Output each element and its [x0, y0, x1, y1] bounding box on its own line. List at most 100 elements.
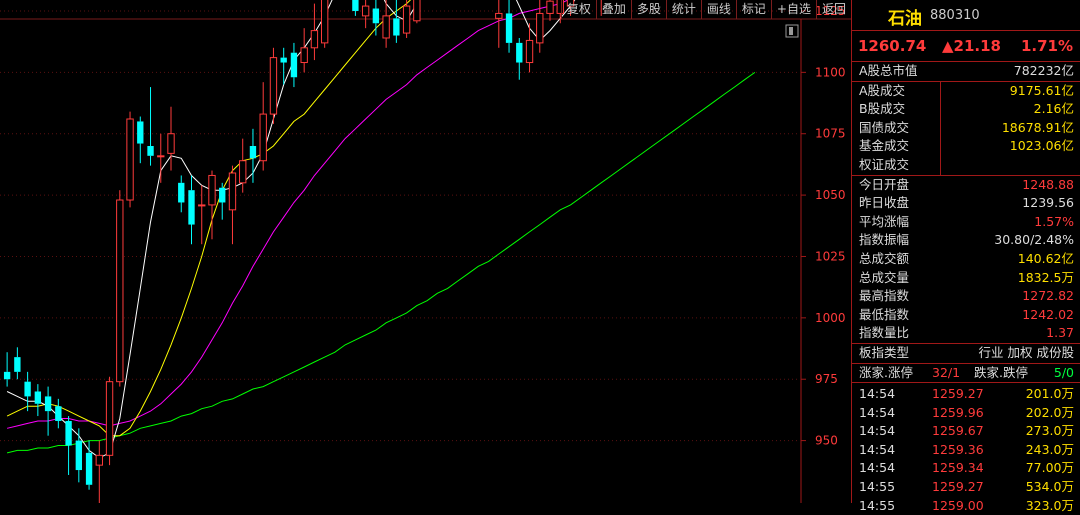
- toolbar-overlay[interactable]: 叠加: [595, 0, 631, 19]
- stat-label: A股成交: [859, 82, 906, 98]
- stat-label: 最低指数: [859, 306, 910, 322]
- toolbar-fuquan[interactable]: 复权: [560, 0, 596, 19]
- tick-row: 14:54 1259.27 201.0万: [852, 385, 1080, 404]
- candle-body: [402, 5, 411, 34]
- candle-body: [361, 5, 370, 17]
- stat-row: 昨日收盘 1239.56: [852, 194, 1080, 213]
- candle-body: [505, 13, 513, 43]
- tick-volume: 77.00万: [1025, 460, 1074, 476]
- candle-body: [24, 381, 31, 397]
- candle-body: [269, 57, 278, 115]
- toolbar-back[interactable]: 返回: [815, 0, 851, 19]
- candle: [105, 376, 114, 466]
- kline-chart[interactable]: 1250122512001175115011251100107510501025…: [0, 0, 851, 503]
- stat-value: 1242.02: [1022, 306, 1074, 322]
- stat-row: 总成交额 140.62亿: [852, 250, 1080, 269]
- y-tick-label: 1075: [815, 127, 846, 141]
- tick-time: 14:54: [859, 460, 896, 476]
- stat-row: 指数振幅 30.80/2.48%: [852, 231, 1080, 250]
- stat-value: 1239.56: [1022, 195, 1074, 211]
- candle-body: [280, 57, 287, 63]
- candle-body: [219, 187, 226, 203]
- board-row: 板指类型 行业 加权 成份股: [852, 344, 1080, 364]
- candle-body: [516, 42, 523, 63]
- stat-row: 平均涨幅 1.57%: [852, 213, 1080, 232]
- candle: [269, 47, 278, 124]
- stat-value: 1.57%: [1034, 213, 1074, 229]
- candle-body: [382, 15, 390, 39]
- tick-volume: 273.0万: [1025, 423, 1074, 439]
- tick-price: 1259.27: [932, 386, 984, 402]
- stat-value: 782232亿: [1013, 63, 1074, 78]
- tick-row: 14:54 1259.34 77.00万: [852, 459, 1080, 478]
- candle-body: [147, 146, 154, 156]
- candle-body: [198, 204, 206, 207]
- index-price: 1260.74: [858, 37, 927, 55]
- stat-row: 最高指数 1272.82: [852, 287, 1080, 306]
- stat-value: 1272.82: [1022, 288, 1074, 304]
- quote-panel: 石油 880310 1260.74 ▲21.18 1.71% A股总市值 7822…: [851, 0, 1080, 513]
- candle-body: [300, 47, 308, 64]
- stat-label: 平均涨幅: [859, 213, 910, 229]
- candle-body: [320, 0, 329, 44]
- stats-table: A股总市值 782232亿 A股成交 9175.61亿 B股成交 2.16亿 国债成交 186…: [852, 62, 1080, 344]
- candle-body: [536, 12, 544, 44]
- stat-label: 基金成交: [859, 138, 910, 154]
- tick-time: 14:54: [859, 441, 896, 457]
- index-pct: 1.71%: [1020, 37, 1073, 55]
- candle: [413, 0, 421, 24]
- tick-time: 14:55: [859, 497, 896, 513]
- candle-body: [310, 30, 319, 49]
- stat-row: B股成交 2.16亿: [852, 100, 1080, 119]
- stat-value: 2.16亿: [1033, 101, 1074, 117]
- y-tick-label: 1050: [815, 188, 846, 202]
- stat-label: 总成交量: [859, 269, 910, 285]
- candle-body: [352, 0, 359, 11]
- stat-value: 1248.88: [1022, 176, 1074, 192]
- candle-body: [372, 8, 380, 24]
- tick-volume: 243.0万: [1025, 441, 1074, 457]
- board-label: 板指类型: [859, 344, 910, 360]
- stat-label: B股成交: [859, 101, 906, 117]
- up-label: 涨家.涨停: [859, 364, 913, 380]
- tick-row: 14:54 1259.96 202.0万: [852, 404, 1080, 423]
- candle-body: [290, 52, 298, 78]
- stat-row: A股成交 9175.61亿: [852, 81, 1080, 101]
- candle-body: [167, 133, 175, 154]
- toolbar: 复权 叠加 多股 统计 画线 标记 +自选 返回: [560, 0, 851, 19]
- tick-volume: 201.0万: [1025, 386, 1074, 402]
- down-value: 5/0: [1053, 364, 1074, 380]
- candle: [320, 0, 329, 48]
- candle-body: [188, 190, 195, 225]
- y-tick-label: 975: [815, 372, 838, 386]
- toolbar-draw[interactable]: 画线: [700, 0, 736, 19]
- y-tick-label: 1000: [815, 311, 846, 325]
- up-value: 32/1: [932, 364, 961, 380]
- tick-list: 14:54 1259.27 201.0万 14:54 1259.96 202.0万 14:5…: [852, 383, 1080, 515]
- candle-body: [259, 113, 267, 162]
- tick-price: 1259.67: [932, 423, 984, 439]
- stat-label: A股总市值: [859, 63, 918, 78]
- tick-price: 1259.00: [932, 497, 984, 513]
- tick-price: 1259.36: [932, 441, 984, 457]
- stat-label: 总成交额: [859, 250, 910, 266]
- candle-body: [95, 454, 103, 466]
- toolbar-multi[interactable]: 多股: [630, 0, 666, 19]
- candle-body: [75, 440, 82, 471]
- stat-label: 昨日收盘: [859, 195, 910, 211]
- stat-label: 权证成交: [859, 156, 910, 172]
- stat-value: 30.80/2.48%: [994, 232, 1074, 248]
- toolbar-add-watchlist[interactable]: +自选: [770, 0, 816, 19]
- board-value[interactable]: 行业 加权 成份股: [979, 344, 1074, 363]
- tick-time: 14:54: [859, 404, 896, 420]
- tick-price: 1259.27: [932, 479, 984, 495]
- candle-body: [55, 406, 62, 421]
- stat-row: A股总市值 782232亿: [852, 62, 1080, 82]
- stat-label: 指数振幅: [859, 232, 910, 248]
- candle-body: [85, 452, 93, 485]
- y-tick-label: 1025: [815, 249, 846, 263]
- candle-body: [546, 0, 554, 14]
- y-tick-label: 1100: [815, 65, 846, 79]
- toolbar-stats[interactable]: 统计: [665, 0, 701, 19]
- toolbar-mark[interactable]: 标记: [735, 0, 771, 19]
